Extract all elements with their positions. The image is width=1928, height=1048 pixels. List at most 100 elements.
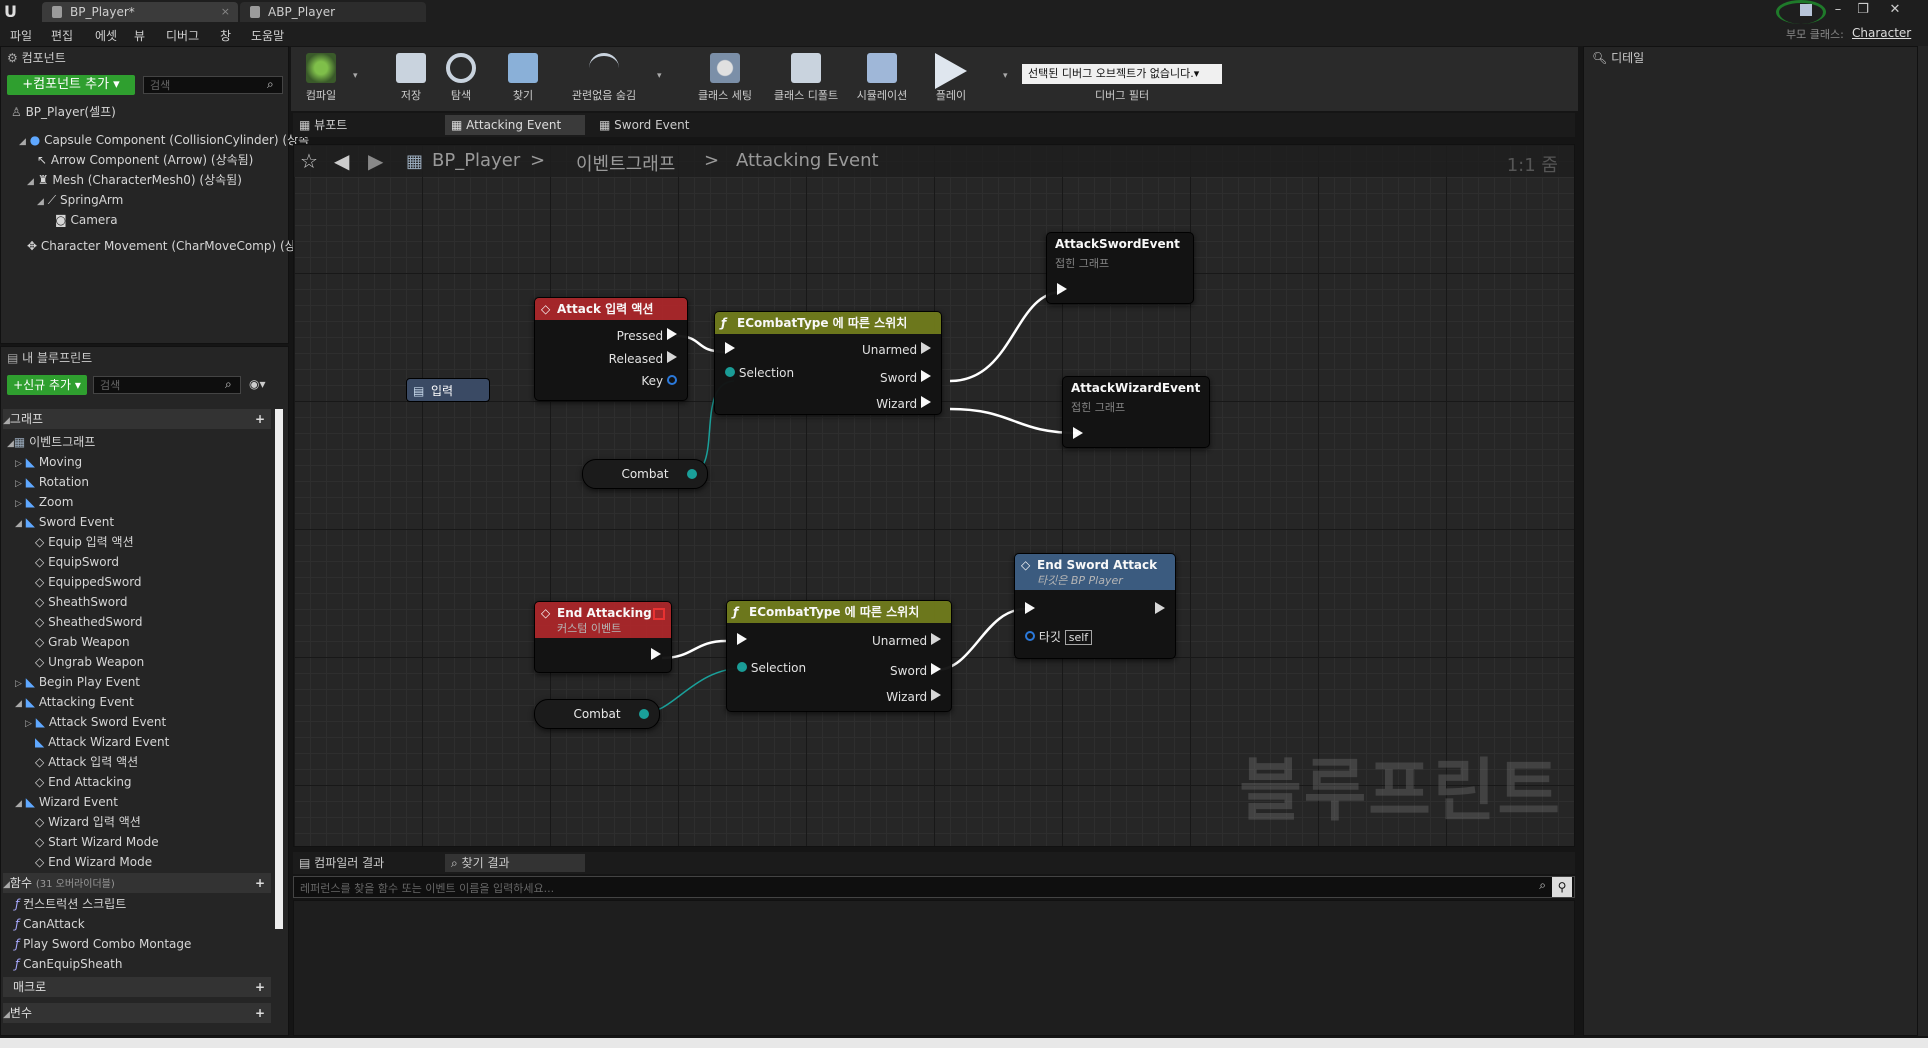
function-item[interactable]: ƒ Play Sword Combo Montage <box>15 935 191 953</box>
close-icon[interactable]: × <box>221 2 230 22</box>
list-item[interactable]: ◢ ◣ Sword Event <box>15 513 114 531</box>
pressed-pin[interactable]: Pressed <box>617 328 677 343</box>
list-item[interactable]: ◇ Grab Weapon <box>35 633 130 651</box>
function-item[interactable]: ƒ CanAttack <box>15 915 85 933</box>
tab-sword-event[interactable]: ▦ Sword Event <box>593 115 723 135</box>
add-component-button[interactable]: +컴포넌트 추가 ▾ <box>7 75 135 95</box>
expand-arrow-icon[interactable]: ◢ <box>27 177 34 187</box>
add-function-icon[interactable]: + <box>255 873 265 893</box>
event-graph-item[interactable]: ◢▦ 이벤트그래프 <box>7 433 95 451</box>
end-sword-attack-node[interactable]: ◇ End Sword Attack 타깃은 BP Player 타깃 self <box>1014 553 1176 659</box>
component-camera[interactable]: ◙ Camera <box>55 211 118 229</box>
component-root[interactable]: ♙ BP_Player(셀프) <box>11 103 116 121</box>
exec-out-pin[interactable] <box>651 648 661 663</box>
play-dropdown-icon[interactable]: ▾ <box>1003 71 1008 81</box>
data-pin-icon[interactable] <box>725 367 735 377</box>
combat-variable-node-2[interactable]: Combat <box>534 699 660 729</box>
exec-pin-icon[interactable] <box>737 633 747 645</box>
selection-pin[interactable]: Selection <box>737 661 806 675</box>
find-button[interactable]: 찾기 <box>503 53 543 103</box>
exec-in-pin[interactable] <box>1073 427 1083 442</box>
sword-pin[interactable]: Sword <box>890 663 941 678</box>
component-character-movement[interactable]: ✥ Character Movement (CharMoveComp) (상속 <box>27 237 307 255</box>
list-item[interactable]: ◇ Attack 입력 액션 <box>35 753 138 771</box>
compile-button[interactable]: 컴파일 <box>299 53 343 103</box>
play-button[interactable]: 플레이 <box>931 53 971 103</box>
exec-pin-icon[interactable] <box>1155 602 1165 614</box>
macros-section-header[interactable]: 매크로 + <box>3 977 271 997</box>
component-mesh[interactable]: ◢ ♜ Mesh (CharacterMesh0) (상속됨) <box>27 171 242 189</box>
exec-in-pin[interactable] <box>1025 602 1035 617</box>
component-arrow[interactable]: ↖ Arrow Component (Arrow) (상속됨) <box>37 151 253 169</box>
exec-pin-icon[interactable] <box>921 370 931 382</box>
class-settings-button[interactable]: 클래스 세팅 <box>695 53 755 103</box>
menu-edit[interactable]: 편집 <box>51 27 73 43</box>
attack-wizard-event-node[interactable]: AttackWizardEvent 접힌 그래프 <box>1062 376 1210 448</box>
attack-sword-event-node[interactable]: AttackSwordEvent 접힌 그래프 <box>1046 232 1194 304</box>
collapse-arrow-icon[interactable]: ◢ <box>3 416 10 426</box>
end-attacking-event-node[interactable]: ◇ End Attacking 커스텀 이벤트 <box>534 601 672 673</box>
menu-window[interactable]: 창 <box>220 27 231 43</box>
exec-pin-icon[interactable] <box>921 396 931 408</box>
list-item[interactable]: ◇ End Attacking <box>35 773 132 791</box>
doc-tab-bp-player[interactable]: BP_Player* × <box>42 2 238 22</box>
eye-icon[interactable]: ◉▾ <box>249 377 266 391</box>
hide-unrelated-dropdown-icon[interactable]: ▾ <box>657 71 662 81</box>
list-item[interactable]: ◢ ◣ Attacking Event <box>15 693 134 711</box>
target-pin[interactable]: 타깃 self <box>1025 628 1093 645</box>
menu-file[interactable]: 파일 <box>10 27 32 43</box>
sword-pin[interactable]: Sword <box>880 370 931 385</box>
list-item[interactable]: ▷ ◣ Attack Sword Event <box>25 713 166 731</box>
tab-viewport[interactable]: ▦ 뷰포트 <box>299 115 435 135</box>
search-icon[interactable]: ⌕ <box>1539 878 1546 893</box>
compile-dropdown-icon[interactable]: ▾ <box>353 71 358 81</box>
functions-section-header[interactable]: ◢함수 (31 오버라이더블) + <box>3 873 271 893</box>
list-item[interactable]: ◇ Start Wizard Mode <box>35 833 159 851</box>
component-springarm[interactable]: ◢ ⟋ SpringArm <box>37 191 123 209</box>
input-comment-node[interactable]: ▤ 입력 <box>406 378 490 402</box>
component-capsule[interactable]: ◢ ● Capsule Component (CollisionCylinder… <box>19 131 309 149</box>
attack-input-action-node[interactable]: ◇ Attack 입력 액션 Pressed Released Key <box>534 297 688 401</box>
tab-components[interactable]: ⚙ 컴포넌트 <box>7 49 66 67</box>
data-pin-icon[interactable] <box>1025 631 1035 641</box>
exec-pin-icon[interactable] <box>725 342 735 354</box>
expand-arrow-icon[interactable]: ◢ <box>19 137 26 147</box>
function-item[interactable]: ƒ CanEquipSheath <box>15 955 122 973</box>
add-macro-icon[interactable]: + <box>255 977 265 997</box>
exec-pin-icon[interactable] <box>667 328 677 340</box>
find-results-input[interactable]: 레퍼런스를 찾을 함수 또는 이벤트 이름을 입력하세요... ⌕ ⚲ <box>293 876 1575 898</box>
exec-in-pin[interactable] <box>1057 283 1067 298</box>
exec-pin-icon[interactable] <box>931 633 941 645</box>
wizard-pin[interactable]: Wizard <box>876 396 931 411</box>
unarmed-pin[interactable]: Unarmed <box>862 342 931 357</box>
list-item[interactable]: ▷ ◣ Begin Play Event <box>15 673 140 691</box>
add-variable-icon[interactable]: + <box>255 1003 265 1023</box>
wizard-pin[interactable]: Wizard <box>886 689 941 704</box>
selection-pin[interactable]: Selection <box>725 366 794 380</box>
components-search-input[interactable]: 검색 <box>143 76 283 94</box>
list-item[interactable]: ▷ ◣ Rotation <box>15 473 89 491</box>
data-pin-icon[interactable] <box>639 709 649 719</box>
simulation-button[interactable]: 시뮬레이션 <box>851 53 913 103</box>
exec-out-pin[interactable] <box>1155 602 1165 617</box>
parent-class-link[interactable]: Character <box>1852 26 1911 40</box>
list-item[interactable]: ◇ Wizard 입력 액션 <box>35 813 141 831</box>
minimize-icon[interactable]: – <box>1827 2 1849 18</box>
exec-pin-icon[interactable] <box>931 689 941 701</box>
doc-tab-abp-player[interactable]: ABP_Player <box>240 2 426 22</box>
delegate-pin-icon[interactable] <box>653 608 665 620</box>
exec-pin-icon[interactable] <box>921 342 931 354</box>
list-item[interactable]: ▷ ◣ Moving <box>15 453 82 471</box>
my-blueprint-search-input[interactable]: 검색 <box>93 376 241 394</box>
key-pin[interactable]: Key <box>641 374 677 388</box>
exec-pin-icon[interactable] <box>651 648 661 660</box>
tab-compiler-results[interactable]: ▤ 컴파일러 결과 <box>299 854 439 872</box>
list-item[interactable]: ◢ ◣ Wizard Event <box>15 793 118 811</box>
exec-pin-icon[interactable] <box>1025 602 1035 614</box>
list-item[interactable]: ◣ Attack Wizard Event <box>35 733 169 751</box>
exec-pin-icon[interactable] <box>1057 283 1067 295</box>
tab-find-results[interactable]: ⌕ 찾기 결과 <box>445 854 585 872</box>
blueprint-graph[interactable]: ☆ ◀ ▶ ▦ BP_Player > 이벤트그래프 > Attacking E… <box>293 144 1575 847</box>
notification-icon[interactable] <box>1800 4 1812 16</box>
add-new-button[interactable]: +신규 추가 ▾ <box>7 375 87 395</box>
